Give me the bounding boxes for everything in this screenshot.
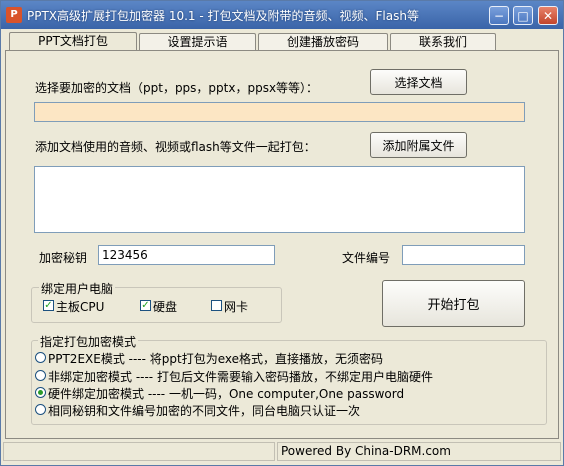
tab-strip: PPT文档打包 设置提示语 创建播放密码 联系我们: [5, 32, 561, 51]
app-icon[interactable]: P: [6, 7, 22, 23]
maximize-icon: □: [517, 9, 529, 23]
key-label: 加密秘钥: [39, 251, 88, 265]
status-bar: Powered By China-DRM.com: [1, 440, 563, 465]
cpu-checkbox-label[interactable]: 主板CPU: [56, 298, 104, 315]
cpu-checkbox[interactable]: ✓: [43, 300, 54, 311]
nic-checkbox-label[interactable]: 网卡: [224, 298, 248, 315]
mode-ppt2exe-radio[interactable]: [35, 352, 46, 363]
minimize-button[interactable]: −: [489, 6, 509, 25]
document-path-field[interactable]: [34, 102, 525, 122]
bind-computer-legend: 绑定用户电脑: [39, 280, 116, 297]
mode-unbound-radio[interactable]: [35, 370, 46, 381]
status-cell-left: [3, 442, 275, 461]
mode-unbound-label[interactable]: 非绑定加密模式 ---- 打包后文件需要输入密码播放，不绑定用户电脑硬件: [48, 368, 433, 385]
select-document-button[interactable]: 选择文档: [370, 69, 467, 95]
mode-hardware-label[interactable]: 硬件绑定加密模式 ---- 一机一码，One computer,One pass…: [48, 385, 404, 402]
maximize-button[interactable]: □: [513, 6, 533, 25]
key-input[interactable]: 123456: [98, 245, 275, 265]
tab-prompt-settings[interactable]: 设置提示语: [139, 33, 256, 50]
tab-contact[interactable]: 联系我们: [390, 33, 496, 50]
tab-ppt-pack[interactable]: PPT文档打包: [9, 32, 137, 51]
disk-checkbox-label[interactable]: 硬盘: [153, 298, 177, 315]
tab-create-password[interactable]: 创建播放密码: [258, 33, 388, 50]
mode-shared-key-radio[interactable]: [35, 404, 46, 415]
mode-legend: 指定打包加密模式: [38, 333, 139, 350]
attachment-list[interactable]: [34, 166, 525, 233]
mode-hardware-radio[interactable]: [35, 387, 46, 398]
doc-select-label: 选择要加密的文档（ppt，pps，pptx，ppsx等等）：: [35, 81, 319, 95]
close-button[interactable]: ✕: [538, 6, 558, 25]
window-title: PPTX高级扩展打包加密器 10.1 - 打包文档及附带的音频、视频、Flash…: [27, 9, 419, 23]
file-no-label: 文件编号: [342, 251, 391, 265]
powered-by-text: Powered By China-DRM.com: [281, 444, 451, 458]
disk-checkbox[interactable]: ✓: [140, 300, 151, 311]
title-bar[interactable]: P PPTX高级扩展打包加密器 10.1 - 打包文档及附带的音频、视频、Fla…: [1, 1, 563, 29]
file-no-input[interactable]: [402, 245, 525, 265]
minimize-icon: −: [493, 9, 505, 23]
app-window: P PPTX高级扩展打包加密器 10.1 - 打包文档及附带的音频、视频、Fla…: [0, 0, 564, 466]
start-pack-button[interactable]: 开始打包: [382, 280, 525, 327]
nic-checkbox[interactable]: [211, 300, 222, 311]
attach-label: 添加文档使用的音频、视频或flash等文件一起打包：: [35, 140, 316, 154]
add-attachment-button[interactable]: 添加附属文件: [370, 132, 467, 158]
mode-ppt2exe-label[interactable]: PPT2EXE模式 ---- 将ppt打包为exe格式，直接播放，无须密码: [48, 350, 383, 367]
mode-shared-key-label[interactable]: 相同秘钥和文件编号加密的不同文件，同台电脑只认证一次: [48, 402, 360, 419]
radio-selected-dot: [38, 390, 43, 395]
close-icon: ✕: [542, 9, 554, 23]
